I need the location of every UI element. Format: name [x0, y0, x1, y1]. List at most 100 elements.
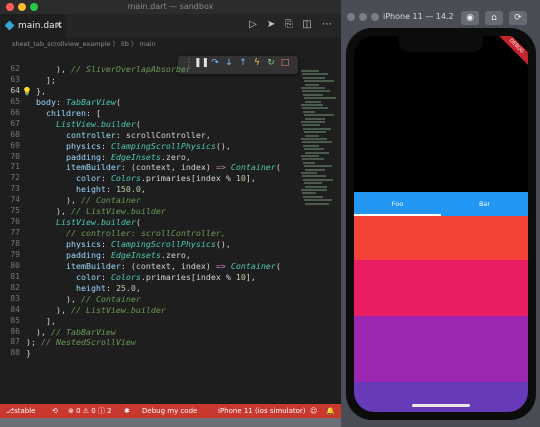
line-number: 67 [10, 118, 20, 128]
status-bar: ⎇ stable ⟲ ⊗ 0 ⚠ 0 ⓘ 2 ✱ Debug my code i… [0, 404, 341, 418]
minimap[interactable] [297, 64, 341, 404]
minimap-line [305, 83, 319, 86]
minimap-line [304, 131, 326, 134]
code-line[interactable]: } [26, 348, 296, 359]
line-number: 71 [10, 162, 20, 172]
minimize-window-button[interactable] [18, 3, 26, 11]
line-number: 84 [10, 304, 20, 314]
minimap-line [302, 158, 324, 161]
code-line[interactable]: }, [26, 86, 296, 97]
code-line[interactable]: itemBuilder: (context, index) => Contain… [26, 261, 296, 272]
code-line[interactable]: ], [26, 316, 296, 327]
list-item[interactable] [354, 260, 528, 316]
minimize-window-button[interactable] [359, 13, 367, 21]
minimap-line [303, 195, 323, 198]
code-line[interactable]: // controller: scrollController, [26, 228, 296, 239]
code-line[interactable]: height: 25.0, [26, 283, 296, 294]
code-line[interactable]: body: TabBarView( [26, 97, 296, 108]
list-item[interactable] [354, 316, 528, 382]
minimap-line [301, 172, 317, 174]
code-line[interactable]: height: 150.0, [26, 184, 296, 195]
code-line[interactable]: ), // TabBarView [26, 327, 296, 338]
breadcrumb[interactable]: sheet_tab_scrollview_example 〉 lib 〉 mai… [0, 38, 341, 50]
code-line[interactable]: ), // Container [26, 195, 296, 206]
line-number: 86 [10, 326, 20, 336]
minimap-line [302, 107, 328, 110]
minimap-line [304, 199, 332, 202]
code-line[interactable]: padding: EdgeInsets.zero, [26, 250, 296, 261]
minimap-line [303, 144, 319, 147]
tab-foo[interactable]: Foo [354, 192, 441, 216]
code-line[interactable]: physics: ClampingScrollPhysics(), [26, 141, 296, 152]
problems-indicator[interactable]: ⊗ 0 ⚠ 0 ⓘ 2 [68, 404, 112, 418]
close-tab-icon[interactable]: ✕ [55, 14, 63, 38]
device-selector[interactable]: iPhone 11 (ios simulator) [218, 404, 306, 418]
notifications-icon[interactable]: 🔔 [326, 404, 335, 418]
zoom-window-button[interactable] [30, 3, 38, 11]
code-line[interactable]: controller: scrollController, [26, 130, 296, 141]
minimap-line [302, 73, 328, 76]
code-editor[interactable]: ), // SliverOverlapAbsorber ]; }, body: … [26, 64, 296, 359]
line-number: 85 [10, 315, 20, 325]
minimap-line [301, 189, 327, 191]
zoom-window-button[interactable] [371, 13, 379, 21]
line-number: 79 [10, 249, 20, 259]
code-line[interactable]: ), // ListView.builder [26, 305, 296, 316]
sync-icon[interactable]: ⟲ [52, 404, 58, 418]
minimap-line [303, 127, 331, 130]
code-line[interactable]: color: Colors.primaries[index % 10], [26, 272, 296, 283]
tab-bar-item[interactable]: Bar [441, 192, 528, 216]
minimap-line [305, 117, 325, 120]
close-window-button[interactable] [347, 13, 355, 21]
code-line[interactable]: ListView.builder( [26, 217, 296, 228]
minimap-line [303, 93, 323, 96]
code-line[interactable]: ), // Container [26, 294, 296, 305]
minimap-line [305, 168, 325, 171]
lightbulb-icon[interactable]: 💡 [22, 87, 32, 96]
code-line[interactable]: children: [ [26, 108, 296, 119]
minimap-line [304, 80, 334, 83]
rotate-icon[interactable]: ⟳ [509, 11, 527, 25]
ios-simulator: iPhone 11 — 14.2 ◉ ⌂ ⟳ DEBUG Foo Bar [341, 0, 540, 427]
line-number: 78 [10, 239, 20, 248]
code-line[interactable]: physics: ClampingScrollPhysics(), [26, 239, 296, 250]
minimap-line [305, 100, 321, 103]
code-line[interactable]: ), // SliverOverlapAbsorber [26, 64, 296, 75]
more-actions-icon[interactable]: ⋯ [320, 18, 334, 32]
debug-mode-label[interactable]: Debug my code [142, 404, 197, 418]
split-editor-icon[interactable]: ◫ [300, 18, 314, 32]
feedback-icon[interactable]: ☺ [310, 404, 317, 418]
close-window-button[interactable] [6, 3, 14, 11]
code-line[interactable]: itemBuilder: (context, index) => Contain… [26, 162, 296, 173]
open-changes-icon[interactable]: ⎘ [282, 18, 296, 32]
code-line[interactable]: ); // NestedScrollView [26, 337, 296, 348]
list-item[interactable] [354, 216, 528, 260]
list-item[interactable] [354, 382, 528, 412]
tab-main-dart[interactable]: main.dart ✕ [0, 14, 66, 38]
line-number: 76 [10, 217, 20, 227]
window-title: main.dart — sandbox [127, 2, 214, 11]
bug-icon[interactable]: ✱ [124, 404, 130, 418]
line-number: 63 [10, 74, 20, 84]
minimap-line [301, 121, 325, 123]
debug-banner: DEBUG [494, 36, 528, 69]
code-line[interactable]: ]; [26, 75, 296, 86]
run-icon[interactable]: ▷ [246, 18, 260, 32]
phone-screen[interactable]: DEBUG Foo Bar [354, 36, 528, 412]
minimap-line [305, 185, 327, 188]
flutter-run-icon[interactable]: ➤ [264, 18, 278, 32]
minimap-line [303, 76, 325, 79]
code-line[interactable]: ), // ListView.builder [26, 206, 296, 217]
minimap-line [301, 104, 323, 106]
screenshot-icon[interactable]: ◉ [461, 11, 479, 25]
minimap-line [302, 90, 330, 93]
code-line[interactable]: ListView.builder( [26, 119, 296, 130]
branch-indicator[interactable]: ⎇ stable [6, 404, 35, 418]
minimap-line [303, 161, 315, 164]
home-icon[interactable]: ⌂ [485, 11, 503, 25]
code-line[interactable]: padding: EdgeInsets.zero, [26, 152, 296, 163]
minimap-line [305, 202, 329, 205]
line-number: 75 [10, 206, 20, 216]
line-number-gutter: 62 63 64 65 66 67 68 69 70 71 72 73 74 75 76 77 78 79 80 81… [0, 64, 26, 359]
code-line[interactable]: color: Colors.primaries[index % 10], [26, 173, 296, 184]
